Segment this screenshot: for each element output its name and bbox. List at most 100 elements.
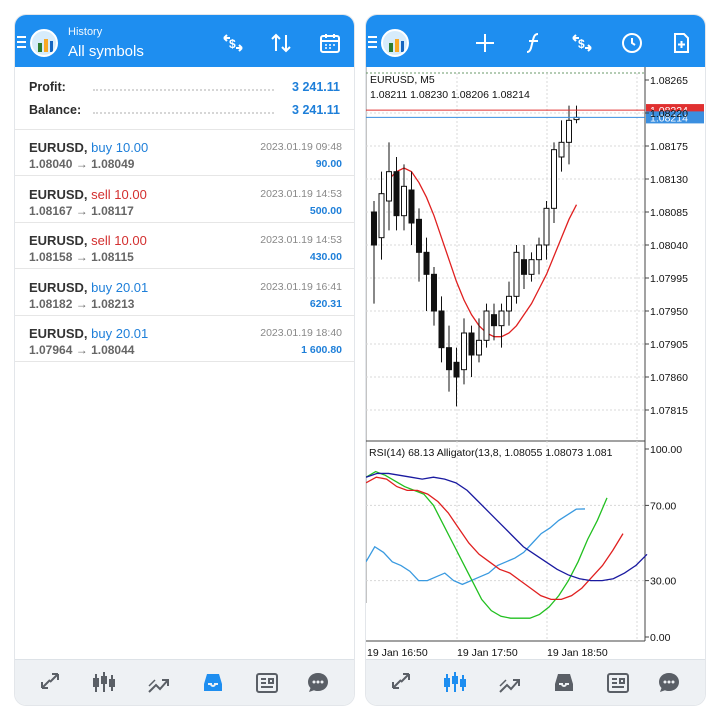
candle-body: [521, 259, 527, 275]
deal-row[interactable]: EURUSD, buy 20.01 1.08182 → 1.08213 2023…: [15, 270, 354, 316]
deal-row[interactable]: EURUSD, buy 10.00 1.08040 → 1.08049 2023…: [15, 130, 354, 176]
deal-direction: buy: [91, 279, 113, 295]
deal-open-price: 1.07964: [29, 343, 73, 357]
deal-volume: 20.01: [115, 326, 149, 341]
deal-date: 2023.01.19 14:53: [260, 187, 342, 200]
chart-icon[interactable]: [441, 669, 469, 697]
menu-icon[interactable]: [17, 36, 26, 48]
calendar-icon[interactable]: [318, 31, 342, 55]
timeframe-icon[interactable]: [620, 31, 644, 55]
candle-body: [558, 141, 565, 158]
deal-row[interactable]: EURUSD, sell 10.00 1.08158 → 1.08115 202…: [15, 223, 354, 269]
chart-icon[interactable]: [90, 669, 118, 697]
deal-volume: 10.00: [115, 140, 149, 155]
deal-symbol-line: EURUSD, sell 10.00: [29, 233, 147, 248]
sort-icon[interactable]: [269, 31, 293, 55]
candle-body: [491, 314, 497, 327]
candle-body: [423, 251, 430, 275]
deal-open-price: 1.08158: [29, 250, 73, 264]
deal-row[interactable]: EURUSD, sell 10.00 1.08167 → 1.08117 202…: [15, 177, 354, 223]
messages-icon[interactable]: [655, 669, 683, 697]
dotted-leader: [93, 112, 274, 114]
deal-profit: 500.00: [309, 204, 342, 217]
candle-body: [408, 189, 415, 224]
time-tick-label: 19 Jan 16:50: [367, 647, 428, 659]
arrow-icon: →: [75, 296, 88, 311]
news-icon[interactable]: [604, 669, 632, 697]
price-chart[interactable]: 1.082241.08214 1.082651.082201.081751.08…: [366, 67, 706, 661]
deal-direction: sell: [91, 233, 111, 248]
candle-body: [431, 273, 437, 312]
price-tick-label: 1.08175: [650, 141, 688, 153]
price-tick-label: 1.08040: [650, 240, 688, 252]
deal-symbol-line: EURUSD, buy 10.00: [29, 140, 148, 155]
bottom-navigation: [366, 659, 705, 705]
price-tick-labels: 1.08265 1.08220 1.08175 1.08130 1.08085 1.080…: [645, 75, 688, 417]
chart-toolbar: $: [366, 15, 705, 67]
deal-symbol-line: EURUSD, buy 20.01: [29, 326, 148, 341]
summary-balance-row: Balance: 3 241.11: [15, 99, 354, 123]
deal-profit: 90.00: [315, 158, 342, 170]
deal-close-price: 1.08044: [91, 343, 135, 357]
summary-balance-value: 3 241.11: [292, 103, 340, 117]
arrow-icon: →: [75, 343, 88, 357]
deal-symbol: EURUSD,: [29, 326, 88, 341]
deal-volume: 10.00: [114, 233, 147, 248]
deal-volume: 10.00: [114, 186, 147, 202]
time-tick-labels: 19 Jan 16:50 19 Jan 17:50 19 Jan 18:50: [367, 647, 608, 659]
quotes-icon[interactable]: [36, 669, 64, 697]
indicator-line: [366, 508, 586, 586]
deal-date: 2023.01.19 18:40: [260, 327, 342, 339]
app-logo-icon[interactable]: [381, 29, 409, 57]
crosshair-icon[interactable]: [473, 31, 497, 55]
trade-icon[interactable]: [495, 669, 523, 697]
deal-close-price: 1.08049: [91, 157, 135, 171]
price-tick-label: 1.08220: [650, 108, 688, 120]
candles-layer: [371, 105, 580, 407]
deal-symbol-line: EURUSD, sell 10.00: [29, 187, 147, 202]
news-icon[interactable]: [253, 669, 281, 697]
trade-icon[interactable]: [144, 669, 172, 697]
currency-exchange-icon[interactable]: $: [221, 31, 245, 55]
app-logo-icon[interactable]: [30, 29, 58, 57]
symbol-filter[interactable]: All symbols: [68, 43, 144, 60]
quotes-icon[interactable]: [387, 669, 415, 697]
price-tick-label: 1.07905: [650, 339, 688, 351]
history-icon[interactable]: [550, 669, 578, 697]
price-tick-label: 1.07950: [650, 306, 688, 318]
deal-date: 2023.01.19 14:53: [260, 234, 342, 246]
indicators-icon[interactable]: [522, 31, 546, 55]
price-tick-label: 1.07995: [650, 273, 688, 285]
deal-open-price: 1.08167: [29, 203, 73, 218]
candle-body: [461, 332, 467, 371]
deal-open-price: 1.08182: [29, 296, 73, 311]
candle-body: [371, 211, 377, 246]
main-grid: [366, 73, 645, 641]
indicator-tick-label: 70.00: [650, 500, 676, 512]
deal-symbol: EURUSD,: [29, 233, 88, 248]
svg-text:$: $: [229, 37, 236, 51]
deal-direction: buy: [91, 326, 113, 341]
indicator-tick-labels: 100.00 70.00 30.00 0.00: [645, 444, 682, 644]
deal-symbol: EURUSD,: [29, 140, 88, 155]
deal-date: 2023.01.19 09:48: [260, 141, 342, 153]
menu-icon[interactable]: [368, 36, 377, 48]
indicator-label: RSI(14) 68.13 Alligator(13,8, 1.08055 1.…: [369, 447, 613, 459]
summary-profit-row: Profit: 3 241.11: [15, 76, 354, 100]
currency-exchange-icon[interactable]: $: [570, 31, 594, 55]
new-order-icon[interactable]: [669, 31, 693, 55]
candle-body: [551, 149, 557, 209]
toolbar-subtitle: History: [68, 26, 103, 38]
svg-text:$: $: [578, 37, 585, 51]
summary-profit-value: 3 241.11: [292, 80, 340, 94]
messages-icon[interactable]: [304, 669, 332, 697]
history-icon[interactable]: [199, 669, 227, 697]
deal-close-price: 1.08117: [91, 203, 134, 218]
chart-screen: $ 1.08224 1.08214 1.08265 1.08220 1.08175 1.…: [365, 14, 706, 706]
deal-row[interactable]: EURUSD, buy 20.01 1.07964 → 1.08044 2023…: [15, 316, 354, 362]
deal-direction: buy: [91, 140, 113, 155]
candle-body: [401, 185, 407, 217]
indicator-lines-layer: [366, 470, 648, 619]
time-tick-label: 19 Jan 17:50: [457, 647, 518, 659]
candle-body: [536, 244, 542, 261]
